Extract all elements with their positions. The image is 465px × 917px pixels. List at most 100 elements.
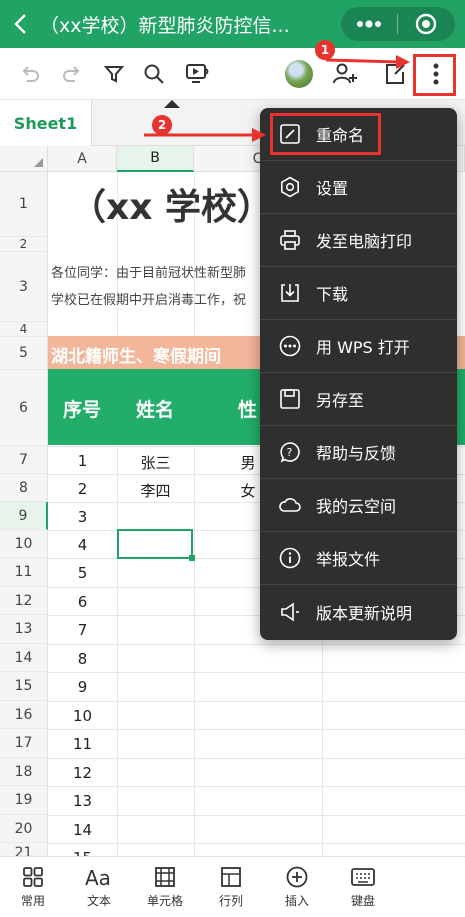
bottom-keyboard-button[interactable]: 键盘 [330, 857, 396, 917]
printer-icon [278, 228, 302, 252]
grid-icon [23, 867, 43, 887]
menu-item-cloud[interactable]: 我的云空间 [260, 479, 457, 532]
cell-no[interactable]: 14 [48, 821, 117, 839]
close-target-icon [415, 13, 437, 35]
row-header[interactable]: 10 [0, 530, 48, 558]
annotation-badge-1: 1 [315, 40, 335, 60]
row-header[interactable]: 14 [0, 644, 48, 672]
cell-no[interactable]: 9 [48, 678, 117, 696]
more-circle-icon [278, 334, 302, 358]
screen-cast-icon [186, 64, 209, 83]
menu-label: 发至电脑打印 [316, 232, 413, 251]
menu-item-settings[interactable]: 设置 [260, 161, 457, 214]
row-header[interactable]: 9 [0, 502, 48, 530]
save-icon [278, 387, 302, 411]
menu-item-save-to[interactable]: 另存至 [260, 373, 457, 426]
avatar[interactable] [285, 60, 313, 88]
menu-item-download[interactable]: 下载 [260, 267, 457, 320]
share-button[interactable] [381, 60, 409, 88]
cloud-icon [278, 493, 302, 517]
row-header[interactable]: 4 [0, 322, 48, 337]
capsule-more-button[interactable] [341, 7, 397, 41]
svg-text:?: ? [287, 446, 293, 459]
row-header[interactable]: 11 [0, 558, 48, 587]
cell-name[interactable]: 李四 [117, 480, 194, 501]
cell-no[interactable]: 10 [48, 707, 117, 725]
cell-no[interactable]: 7 [48, 621, 117, 639]
bottom-toolbar: 常用 Aa 文本 单元格 行列 插入 键盘 [0, 856, 465, 916]
capsule-close-button[interactable] [398, 7, 454, 41]
chevron-left-icon [14, 14, 26, 34]
menu-item-release-notes[interactable]: 版本更新说明 [260, 585, 457, 638]
fill-handle[interactable] [189, 555, 195, 561]
bottom-text-button[interactable]: Aa 文本 [66, 857, 132, 917]
row-header[interactable]: 16 [0, 701, 48, 729]
row-header[interactable]: 19 [0, 786, 48, 815]
row-header[interactable]: 17 [0, 729, 48, 758]
column-header-a[interactable]: A [48, 146, 117, 172]
row-header[interactable]: 13 [0, 615, 48, 644]
text-icon: Aa [85, 866, 111, 889]
row-header[interactable]: 15 [0, 672, 48, 701]
column-header-b[interactable]: B [117, 146, 194, 172]
bottom-common-button[interactable]: 常用 [0, 857, 66, 917]
row-header[interactable]: 18 [0, 758, 48, 786]
cell-no[interactable]: 5 [48, 564, 117, 582]
cell-no[interactable]: 2 [48, 480, 117, 498]
annotation-badge-2: 2 [152, 115, 172, 135]
row-header[interactable]: 1 [0, 172, 48, 237]
row-header[interactable]: 7 [0, 446, 48, 474]
screen-cast-button[interactable] [184, 60, 212, 88]
cell-no[interactable]: 1 [48, 452, 117, 470]
selected-cell-b9[interactable] [117, 529, 195, 561]
bottom-insert-button[interactable]: 插入 [264, 857, 330, 917]
megaphone-icon [278, 600, 302, 624]
row-header[interactable]: 6 [0, 370, 48, 446]
search-button[interactable] [140, 60, 168, 88]
filter-button[interactable] [100, 60, 128, 88]
cell-no[interactable]: 11 [48, 735, 117, 753]
bottom-rows-cols-button[interactable]: 行列 [198, 857, 264, 917]
menu-item-help[interactable]: ? 帮助与反馈 [260, 426, 457, 479]
row-header[interactable]: 8 [0, 474, 48, 502]
row-header[interactable]: 20 [0, 815, 48, 843]
row-header[interactable]: 3 [0, 252, 48, 322]
cell-gender[interactable]: 男 [238, 452, 258, 473]
add-user-button[interactable] [331, 60, 359, 88]
plus-circle-icon [286, 866, 308, 888]
cell-no[interactable]: 15 [48, 849, 117, 856]
redo-button[interactable] [58, 60, 86, 88]
cell-no[interactable]: 6 [48, 593, 117, 611]
cell-no[interactable]: 12 [48, 764, 117, 782]
menu-item-open-wps[interactable]: 用 WPS 打开 [260, 320, 457, 373]
tab-sheet1[interactable]: Sheet1 [0, 100, 92, 146]
cell-no[interactable]: 8 [48, 650, 117, 668]
row-header[interactable]: 12 [0, 587, 48, 615]
bottom-cell-button[interactable]: 单元格 [132, 857, 198, 917]
select-all-corner[interactable] [0, 146, 48, 172]
row-header[interactable]: 21 [0, 843, 48, 856]
edit-toolbar [0, 48, 465, 100]
cell-gender[interactable]: 女 [238, 480, 258, 501]
cell-name[interactable]: 张三 [117, 452, 194, 473]
filter-icon [103, 66, 125, 83]
bottom-label: 文本 [86, 894, 111, 908]
menu-item-report[interactable]: 举报文件 [260, 532, 457, 585]
menu-caret [164, 100, 180, 108]
row-header[interactable]: 5 [0, 337, 48, 370]
row-header[interactable]: 2 [0, 237, 48, 252]
undo-button[interactable] [16, 60, 44, 88]
back-button[interactable] [0, 0, 40, 48]
notice-line-2: 学校已在假期中开启消毒工作，祝 [51, 293, 247, 308]
mini-program-capsule [341, 7, 455, 41]
more-dots-icon [357, 20, 381, 28]
gear-icon [278, 175, 302, 199]
annotation-box-more [413, 54, 456, 96]
cell-no[interactable]: 3 [48, 508, 117, 526]
cell-no[interactable]: 13 [48, 792, 117, 810]
help-icon: ? [278, 440, 302, 464]
cell-no[interactable]: 4 [48, 536, 117, 554]
menu-item-print[interactable]: 发至电脑打印 [260, 214, 457, 267]
menu-label: 我的云空间 [316, 497, 397, 516]
header-name: 姓名 [136, 399, 175, 421]
